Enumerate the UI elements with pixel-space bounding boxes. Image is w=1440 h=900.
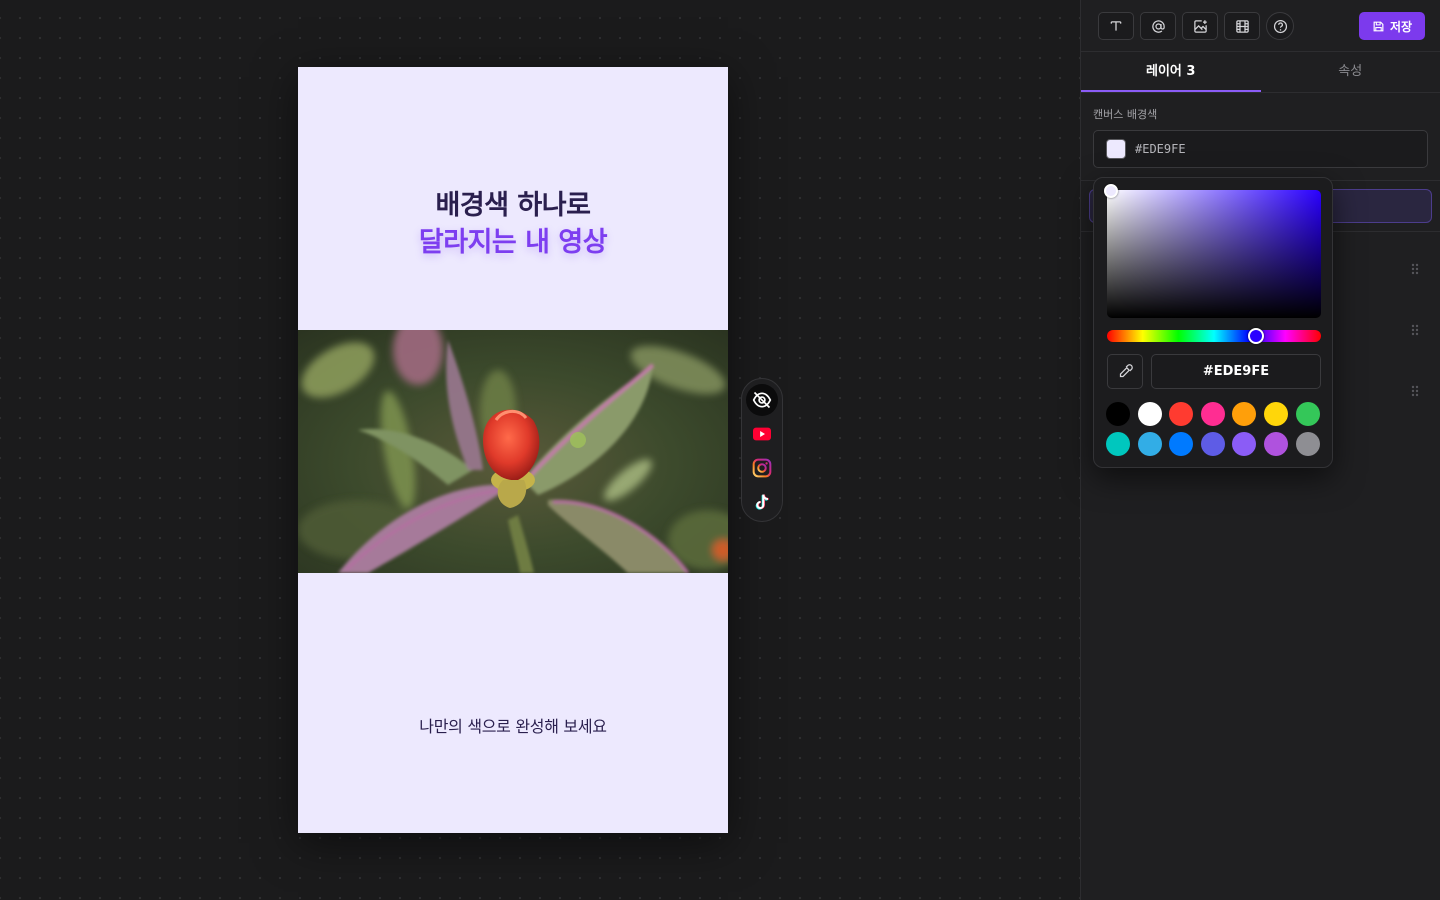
hue-slider-thumb[interactable] bbox=[1248, 328, 1264, 344]
save-icon bbox=[1373, 21, 1384, 31]
color-swatch[interactable] bbox=[1137, 432, 1162, 456]
color-swatch[interactable] bbox=[1106, 432, 1130, 456]
preset-swatches bbox=[1106, 402, 1326, 456]
hex-color-input[interactable]: #EDE9FE bbox=[1151, 354, 1321, 389]
panel-tabs: 레이어 3 속성 bbox=[1081, 52, 1440, 93]
color-swatch[interactable] bbox=[1232, 432, 1257, 456]
youtube-icon bbox=[753, 427, 771, 441]
add-video-button[interactable] bbox=[1224, 12, 1260, 40]
canvas-background-color-field[interactable]: #EDE9FE bbox=[1093, 130, 1428, 168]
eyedropper-button[interactable] bbox=[1107, 354, 1143, 389]
tiktok-preview-button[interactable] bbox=[746, 486, 778, 518]
tab-properties[interactable]: 속성 bbox=[1261, 52, 1440, 92]
color-swatch[interactable] bbox=[1169, 432, 1194, 456]
instagram-preview-button[interactable] bbox=[746, 452, 778, 484]
text-icon bbox=[1110, 21, 1122, 31]
color-swatch[interactable] bbox=[1263, 432, 1288, 456]
current-color-swatch[interactable] bbox=[1106, 139, 1126, 159]
color-swatch[interactable] bbox=[1263, 402, 1288, 426]
color-swatch[interactable] bbox=[1106, 402, 1130, 426]
headline-line-1[interactable]: 배경색 하나로 bbox=[298, 187, 728, 224]
help-button[interactable] bbox=[1266, 12, 1294, 40]
canvas-background-label: 캔버스 배경색 bbox=[1093, 108, 1158, 121]
add-text-button[interactable] bbox=[1098, 12, 1134, 40]
color-swatch[interactable] bbox=[1200, 402, 1225, 426]
color-swatch[interactable] bbox=[1295, 402, 1320, 426]
color-swatch[interactable] bbox=[1200, 432, 1225, 456]
saturation-value-area[interactable] bbox=[1104, 184, 1321, 318]
platform-preview-bar bbox=[741, 378, 783, 522]
instagram-icon bbox=[752, 458, 772, 478]
at-sign-icon bbox=[1151, 19, 1165, 33]
drag-handle-icon[interactable] bbox=[1411, 263, 1419, 275]
editor-toolbar: 저장 bbox=[1081, 0, 1440, 52]
help-icon bbox=[1273, 19, 1287, 33]
add-image-button[interactable] bbox=[1182, 12, 1218, 40]
youtube-preview-button[interactable] bbox=[746, 418, 778, 450]
image-add-icon bbox=[1193, 19, 1207, 33]
subline-text[interactable]: 나만의 색으로 완성해 보세요 bbox=[298, 713, 728, 737]
save-button-label: 저장 bbox=[1389, 19, 1413, 34]
headline[interactable]: 배경색 하나로 달라지는 내 영상 bbox=[298, 187, 728, 261]
add-mention-button[interactable] bbox=[1140, 12, 1176, 40]
hue-slider[interactable] bbox=[1107, 328, 1321, 344]
tiktok-icon bbox=[755, 494, 769, 510]
color-swatch[interactable] bbox=[1295, 432, 1320, 456]
canvas-background-value: #EDE9FE bbox=[1135, 142, 1186, 156]
eye-off-icon bbox=[752, 391, 772, 409]
flower-image[interactable] bbox=[298, 330, 728, 573]
drag-handle-icon[interactable] bbox=[1411, 324, 1419, 336]
headline-line-2[interactable]: 달라지는 내 영상 bbox=[298, 224, 728, 261]
save-button[interactable]: 저장 bbox=[1359, 12, 1425, 40]
film-icon bbox=[1235, 19, 1249, 33]
color-picker-popover: #EDE9FE bbox=[1093, 177, 1333, 468]
tab-layer[interactable]: 레이어 3 bbox=[1081, 52, 1261, 92]
eyedropper-icon bbox=[1119, 364, 1133, 378]
color-swatch[interactable] bbox=[1232, 402, 1257, 426]
saturation-thumb[interactable] bbox=[1104, 184, 1118, 198]
color-swatch[interactable] bbox=[1169, 402, 1194, 426]
video-canvas[interactable]: 배경색 하나로 달라지는 내 영상 나만의 색으로 완성해 보세요 bbox=[298, 67, 728, 833]
color-swatch[interactable] bbox=[1137, 402, 1162, 426]
hide-safe-area-button[interactable] bbox=[746, 384, 778, 416]
drag-handle-icon[interactable] bbox=[1411, 385, 1419, 397]
